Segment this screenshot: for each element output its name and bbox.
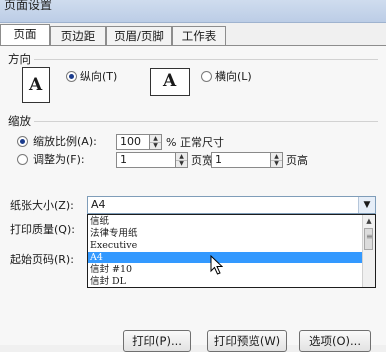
fit-wide-input[interactable]: 1: [116, 152, 176, 168]
portrait-radio[interactable]: [66, 71, 77, 82]
fit-to-label[interactable]: 调整为(F):: [33, 151, 85, 167]
mouse-pointer-icon: [210, 255, 223, 275]
tab-sheet[interactable]: 工作表: [172, 26, 226, 46]
fit-wide-suffix: 页宽: [191, 154, 213, 167]
tab-page[interactable]: 页面: [0, 24, 50, 47]
print-quality-label: 打印质量(Q):: [10, 223, 75, 236]
list-item[interactable]: 信封 DL: [90, 276, 126, 287]
fit-to-radio[interactable]: [17, 154, 28, 165]
scale-percent-spinner[interactable]: ▲ ▼: [150, 134, 162, 150]
options-button[interactable]: 选项(O)...: [299, 330, 371, 352]
paper-size-dropdown[interactable]: 信纸 法律专用纸 Executive A4 信封 #10 信封 DL ▲: [87, 214, 376, 288]
list-item[interactable]: 法律专用纸: [90, 228, 138, 239]
portrait-icon-letter: A: [29, 75, 43, 95]
percent-suffix: % 正常尺寸: [166, 136, 224, 149]
fit-wide-spinner[interactable]: ▲ ▼: [176, 152, 188, 168]
fit-tall-input[interactable]: 1: [211, 152, 271, 168]
scaling-divider: [34, 121, 378, 122]
print-button[interactable]: 打印(P)...: [123, 330, 191, 352]
orientation-divider: [34, 59, 378, 60]
print-preview-button[interactable]: 打印预览(W): [207, 330, 287, 352]
scaling-heading: 缩放: [8, 114, 31, 128]
window-title: 页面设置: [4, 0, 53, 12]
list-item[interactable]: Executive: [90, 240, 137, 251]
first-page-label: 起始页码(R):: [10, 253, 74, 266]
landscape-icon-letter: A: [163, 71, 177, 91]
title-bar: 页面设置: [0, 0, 386, 23]
portrait-label[interactable]: 纵向(T): [80, 68, 117, 84]
paper-size-value: A4: [91, 198, 106, 211]
tab-strip: 页面 页边距 页眉/页脚 工作表: [0, 24, 386, 47]
scroll-thumb[interactable]: [364, 228, 373, 250]
page-panel: [0, 45, 386, 345]
landscape-radio[interactable]: [201, 71, 212, 82]
chevron-down-icon[interactable]: ▼: [358, 197, 375, 213]
scale-percent-input[interactable]: 100: [116, 134, 150, 150]
adjust-to-label[interactable]: 缩放比例(A):: [33, 133, 97, 149]
list-item[interactable]: 信纸: [90, 216, 109, 227]
fit-tall-spinner[interactable]: ▲ ▼: [271, 152, 283, 168]
spin-down-icon[interactable]: ▼: [271, 160, 282, 167]
scroll-up-icon[interactable]: ▲: [363, 215, 375, 227]
paper-size-label: 纸张大小(Z):: [10, 199, 74, 212]
orientation-heading: 方向: [8, 52, 31, 66]
portrait-page-icon: A: [22, 67, 50, 103]
spin-down-icon[interactable]: ▼: [176, 160, 187, 167]
list-item-selected[interactable]: A4: [88, 252, 363, 263]
spin-down-icon[interactable]: ▼: [150, 142, 161, 149]
tab-header-footer[interactable]: 页眉/页脚: [106, 26, 172, 46]
paper-size-select[interactable]: A4 ▼: [87, 196, 376, 214]
list-item[interactable]: 信封 #10: [90, 264, 132, 275]
tab-margins[interactable]: 页边距: [50, 26, 106, 46]
adjust-to-radio[interactable]: [17, 136, 28, 147]
fit-tall-suffix: 页高: [286, 154, 308, 167]
landscape-page-icon: A: [150, 68, 190, 96]
landscape-label[interactable]: 横向(L): [215, 68, 252, 84]
dropdown-scrollbar[interactable]: ▲: [362, 215, 375, 287]
